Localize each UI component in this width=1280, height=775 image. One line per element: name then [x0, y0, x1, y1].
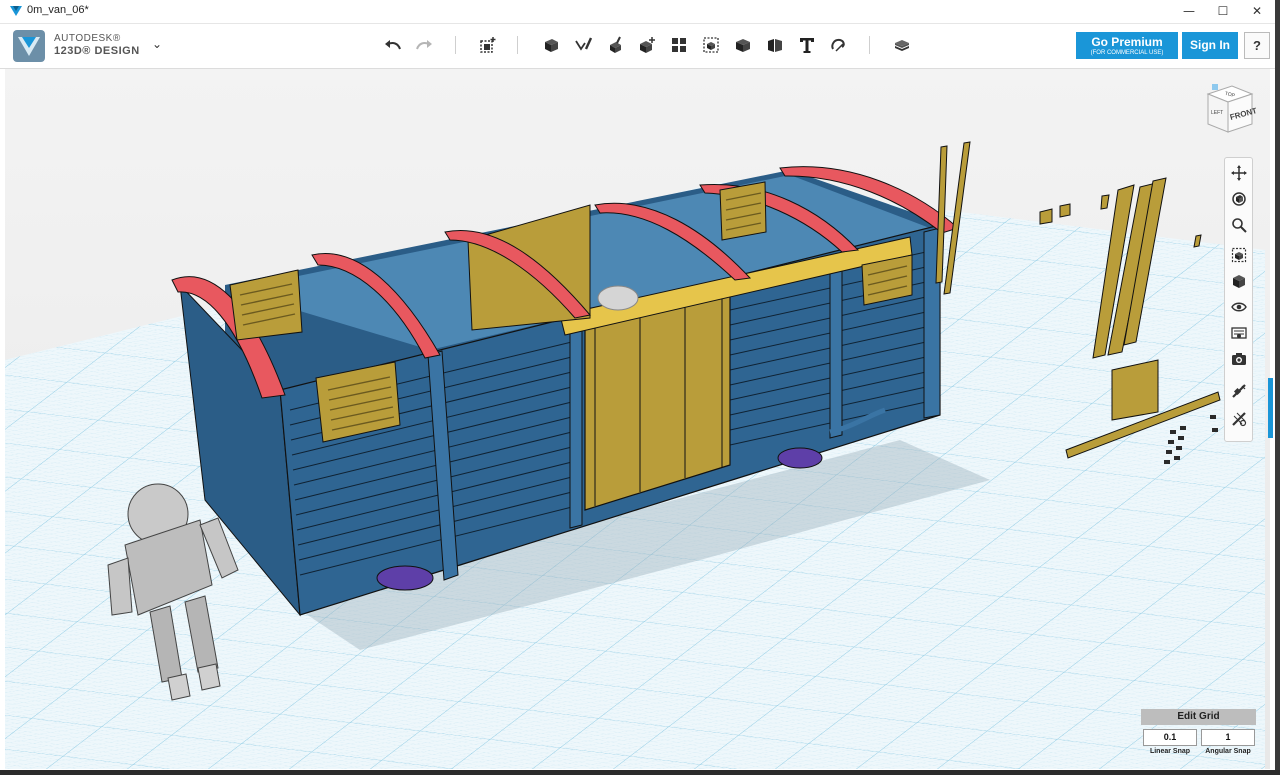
material-button[interactable] — [889, 32, 915, 58]
snap-tool-button[interactable] — [1228, 380, 1249, 401]
window-title: 0m_van_06* — [27, 4, 89, 16]
physical-material-icon — [1231, 411, 1246, 426]
measure-button[interactable] — [762, 32, 788, 58]
navigation-bar — [1224, 157, 1253, 442]
linear-snap-input[interactable]: 0.1 — [1143, 729, 1197, 746]
pan-button[interactable] — [1228, 162, 1249, 183]
fit-button[interactable] — [1228, 244, 1249, 265]
sign-in-button[interactable]: Sign In — [1182, 32, 1238, 59]
toolbar-divider — [517, 36, 518, 54]
grouping-icon — [703, 37, 719, 53]
close-button[interactable]: ✕ — [1240, 0, 1274, 23]
visibility-button[interactable] — [1228, 296, 1249, 317]
transform-button[interactable] — [475, 32, 501, 58]
brand-line1: AUTODESK® — [54, 33, 121, 44]
van-sphere — [597, 285, 639, 311]
materials-outline-icon — [1230, 326, 1247, 339]
materials-outline-button[interactable] — [1228, 322, 1249, 343]
visibility-icon — [1230, 302, 1247, 311]
view-mode-button[interactable] — [1228, 270, 1249, 291]
primitives-button[interactable] — [538, 32, 564, 58]
redo-icon — [416, 40, 432, 50]
snap-icon — [831, 38, 845, 52]
text-button[interactable] — [794, 32, 820, 58]
screenshot-button[interactable] — [1228, 348, 1249, 369]
zoom-icon — [1231, 217, 1247, 233]
linear-snap-label: Linear Snap — [1149, 748, 1191, 755]
maximize-button[interactable]: ☐ — [1206, 0, 1240, 23]
taskbar — [0, 770, 1280, 775]
minimize-button[interactable]: — — [1172, 0, 1206, 23]
sketch-icon — [575, 37, 593, 51]
screenshot-icon — [1231, 352, 1246, 365]
edit-grid-button[interactable]: Edit Grid — [1141, 709, 1256, 725]
measure-icon — [768, 39, 782, 52]
undo-icon — [385, 40, 401, 50]
material-icon — [895, 40, 909, 51]
autodesk-logo-icon — [13, 30, 45, 62]
go-premium-label: Go Premium — [1091, 35, 1163, 49]
snap-tool-icon — [1231, 383, 1246, 398]
transform-icon — [480, 37, 496, 53]
brand-line2: 123D® DESIGN — [54, 45, 140, 57]
viewcube-left-label: LEFT — [1211, 110, 1223, 116]
orbit-button[interactable] — [1228, 188, 1249, 209]
snap-button[interactable] — [826, 32, 852, 58]
construct-icon — [610, 36, 621, 53]
pattern-icon — [672, 38, 686, 52]
scene-canvas[interactable] — [5, 69, 1270, 769]
go-premium-sublabel: (FOR COMMERCIAL USE) — [1090, 50, 1164, 56]
undo-button[interactable] — [380, 32, 406, 58]
help-button[interactable]: ? — [1244, 32, 1270, 59]
app-menu[interactable]: AUTODESK® 123D® DESIGN ⌄ — [12, 28, 162, 64]
pan-icon — [1230, 164, 1247, 181]
main-toolbar: AUTODESK® 123D® DESIGN ⌄ Go Premium (FOR… — [0, 24, 1275, 69]
modify-button[interactable] — [634, 32, 660, 58]
angular-snap-label: Angular Snap — [1205, 748, 1251, 755]
go-premium-button[interactable]: Go Premium (FOR COMMERCIAL USE) — [1076, 32, 1178, 59]
construct-button[interactable] — [602, 32, 628, 58]
edit-grid-panel: Edit Grid 0.1 1 Linear Snap Angular Snap — [1141, 709, 1256, 759]
combine-button[interactable] — [730, 32, 756, 58]
redo-button[interactable] — [411, 32, 437, 58]
3d-viewport[interactable]: TOP LEFT FRONT Edit Grid 0.1 1 Linear Sn… — [5, 69, 1270, 769]
primitives-icon — [545, 39, 558, 52]
zoom-button[interactable] — [1228, 214, 1249, 235]
sketch-button[interactable] — [570, 32, 596, 58]
physical-material-button[interactable] — [1228, 408, 1249, 429]
toolbar-divider — [455, 36, 456, 54]
view-mode-icon — [1232, 274, 1245, 288]
toolbar-divider — [869, 36, 870, 54]
app-logo-icon — [10, 6, 22, 16]
angular-snap-input[interactable]: 1 — [1201, 729, 1255, 746]
combine-icon — [736, 39, 750, 52]
chevron-down-icon[interactable]: ⌄ — [152, 37, 162, 51]
text-icon — [800, 38, 814, 53]
pattern-button[interactable] — [666, 32, 692, 58]
fit-icon — [1231, 247, 1246, 262]
orbit-icon — [1231, 191, 1246, 206]
app-window: 0m_van_06* — ☐ ✕ AUTODESK® 123D® DESIGN … — [0, 0, 1275, 770]
title-bar: 0m_van_06* — ☐ ✕ — [0, 0, 1275, 24]
modify-icon — [640, 37, 655, 53]
scrollbar-thumb[interactable] — [1268, 378, 1273, 438]
view-cube[interactable]: TOP LEFT FRONT — [1198, 80, 1258, 140]
grouping-button[interactable] — [698, 32, 724, 58]
